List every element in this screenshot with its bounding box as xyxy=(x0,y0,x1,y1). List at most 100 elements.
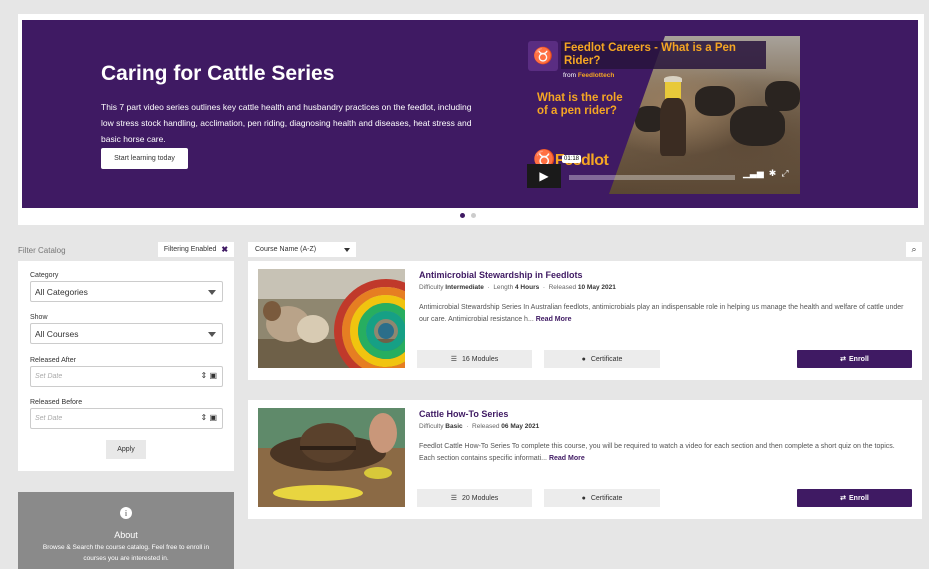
certificate-button[interactable]: ● Certificate xyxy=(544,489,660,507)
video-right-controls: ▁▃▅ ✱ ⤢ xyxy=(743,168,789,179)
start-learning-button[interactable]: Start learning today xyxy=(101,148,188,169)
released-value: 06 May 2021 xyxy=(501,423,540,430)
released-label: Released xyxy=(472,423,500,430)
list-icon: ☰ xyxy=(450,495,458,502)
video-progress-bar[interactable] xyxy=(569,175,735,180)
released-value: 10 May 2021 xyxy=(577,284,616,291)
category-select[interactable]: All Categories xyxy=(30,281,223,302)
close-icon[interactable]: ✖ xyxy=(221,245,228,254)
list-icon: ☰ xyxy=(450,356,458,363)
pen-rider-figure xyxy=(660,76,686,156)
volume-icon[interactable]: ▁▃▅ xyxy=(743,168,764,179)
calendar-icon[interactable]: ⇕ ▣ xyxy=(201,371,217,380)
modules-button[interactable]: ☰ 20 Modules xyxy=(417,489,532,507)
calendar-icon[interactable]: ⇕ ▣ xyxy=(201,413,217,422)
antimicrobial-course-image xyxy=(258,269,405,368)
course-card: Antimicrobial Stewardship in Feedlots Di… xyxy=(248,261,922,380)
course-card: Cattle How-To Series Difficulty Basic · … xyxy=(248,400,922,519)
show-select-value: All Courses xyxy=(35,328,79,339)
released-after-date-input[interactable]: Set Date ⇕ ▣ xyxy=(30,366,223,387)
hero-title: Caring for Cattle Series xyxy=(101,62,335,85)
enroll-button[interactable]: ⇄ Enroll xyxy=(797,350,912,368)
difficulty-label: Difficulty xyxy=(419,284,444,291)
fullscreen-icon[interactable]: ⤢ xyxy=(781,168,788,179)
released-after-placeholder: Set Date xyxy=(35,373,63,380)
course-meta: Difficulty Intermediate · Length 4 Hours… xyxy=(419,284,616,291)
video-overlay-question: What is the role of a pen rider? xyxy=(537,92,623,117)
difficulty-value: Intermediate xyxy=(445,284,484,291)
certificate-icon: ● xyxy=(581,355,586,363)
modules-button[interactable]: ☰ 16 Modules xyxy=(417,350,532,368)
video-from-prefix: from xyxy=(563,72,576,79)
video-controls: ▶ 01:18 ▁▃▅ ✱ ⤢ xyxy=(525,155,800,188)
hero-banner: Caring for Cattle Series This 7 part vid… xyxy=(22,20,918,208)
course-title[interactable]: Cattle How-To Series xyxy=(419,409,508,419)
cow-silhouette xyxy=(765,81,800,111)
length-value: 4 Hours xyxy=(515,284,540,291)
carousel-dots xyxy=(460,213,476,218)
video-from: from Feedlottech xyxy=(563,72,614,79)
sort-select-value: Course Name (A-Z) xyxy=(255,246,317,253)
released-before-date-input[interactable]: Set Date ⇕ ▣ xyxy=(30,408,223,429)
course-description-text: Antimicrobial Stewardship Series In Aust… xyxy=(419,304,904,323)
carousel-dot-1[interactable] xyxy=(460,213,465,218)
about-title: About xyxy=(114,530,138,540)
course-meta: Difficulty Basic · Released 06 May 2021 xyxy=(419,423,540,430)
chevron-down-icon xyxy=(208,332,216,337)
certificate-label: Certificate xyxy=(590,494,623,502)
modules-label: 16 Modules xyxy=(462,355,499,363)
video-player[interactable]: ♉ Feedlot Careers - What is a Pen Rider?… xyxy=(525,36,800,194)
released-before-label: Released Before xyxy=(30,399,83,406)
course-description-text: Feedlot Cattle How-To Series To complete… xyxy=(419,443,895,462)
hero-description: This 7 part video series outlines key ca… xyxy=(101,102,472,144)
video-channel[interactable]: Feedlottech xyxy=(578,72,614,79)
cattle-how-to-course-image xyxy=(258,408,405,507)
released-label: Released xyxy=(548,284,577,291)
video-timestamp: 01:18 xyxy=(562,155,582,163)
certificate-icon: ● xyxy=(581,494,586,502)
certificate-button[interactable]: ● Certificate xyxy=(544,350,660,368)
sort-select[interactable]: Course Name (A-Z) xyxy=(248,242,356,257)
certificate-label: Certificate xyxy=(590,355,623,363)
filtering-enabled-badge[interactable]: Filtering Enabled ✖ xyxy=(158,242,234,257)
enroll-label: Enroll xyxy=(849,355,869,363)
settings-gear-icon[interactable]: ✱ xyxy=(769,168,777,179)
course-description: Feedlot Cattle How-To Series To complete… xyxy=(419,441,912,465)
course-title[interactable]: Antimicrobial Stewardship in Feedlots xyxy=(419,270,583,280)
about-text: Browse & Search the course catalog. Feel… xyxy=(42,544,210,562)
chevron-down-icon xyxy=(344,248,350,252)
apply-button[interactable]: Apply xyxy=(106,440,146,459)
search-icon[interactable]: ⌕ xyxy=(906,242,922,257)
difficulty-value: Basic xyxy=(445,423,463,430)
course-thumbnail[interactable] xyxy=(258,408,405,507)
exchange-icon: ⇄ xyxy=(840,495,847,502)
course-description: Antimicrobial Stewardship Series In Aust… xyxy=(419,302,912,326)
difficulty-label: Difficulty xyxy=(419,423,444,430)
carousel-dot-2[interactable] xyxy=(471,213,476,218)
hero-carousel: Caring for Cattle Series This 7 part vid… xyxy=(18,14,924,225)
show-select[interactable]: All Courses xyxy=(30,323,223,344)
enroll-label: Enroll xyxy=(849,494,869,502)
read-more-link[interactable]: Read More xyxy=(536,316,572,323)
filter-panel: Category All Categories Show All Courses… xyxy=(18,261,234,471)
read-more-link[interactable]: Read More xyxy=(549,455,585,462)
course-thumbnail[interactable] xyxy=(258,269,405,368)
category-select-value: All Categories xyxy=(35,286,88,297)
enroll-button[interactable]: ⇄ Enroll xyxy=(797,489,912,507)
released-before-placeholder: Set Date xyxy=(35,415,63,422)
play-icon[interactable]: ▶ xyxy=(527,164,561,188)
modules-label: 20 Modules xyxy=(462,494,499,502)
filtering-enabled-label: Filtering Enabled xyxy=(163,246,217,253)
feedlot-logo-icon: ♉ xyxy=(528,41,558,71)
category-label: Category xyxy=(30,272,59,279)
show-label: Show xyxy=(30,314,48,321)
cow-silhouette xyxy=(695,86,735,116)
video-title[interactable]: Feedlot Careers - What is a Pen Rider? xyxy=(561,41,766,69)
cow-silhouette xyxy=(730,106,785,146)
about-panel: i About Browse & Search the course catal… xyxy=(18,492,234,569)
exchange-icon: ⇄ xyxy=(840,356,847,363)
released-after-label: Released After xyxy=(30,357,76,364)
length-label: Length xyxy=(493,284,514,291)
info-icon: i xyxy=(120,507,132,519)
chevron-down-icon xyxy=(208,290,216,295)
